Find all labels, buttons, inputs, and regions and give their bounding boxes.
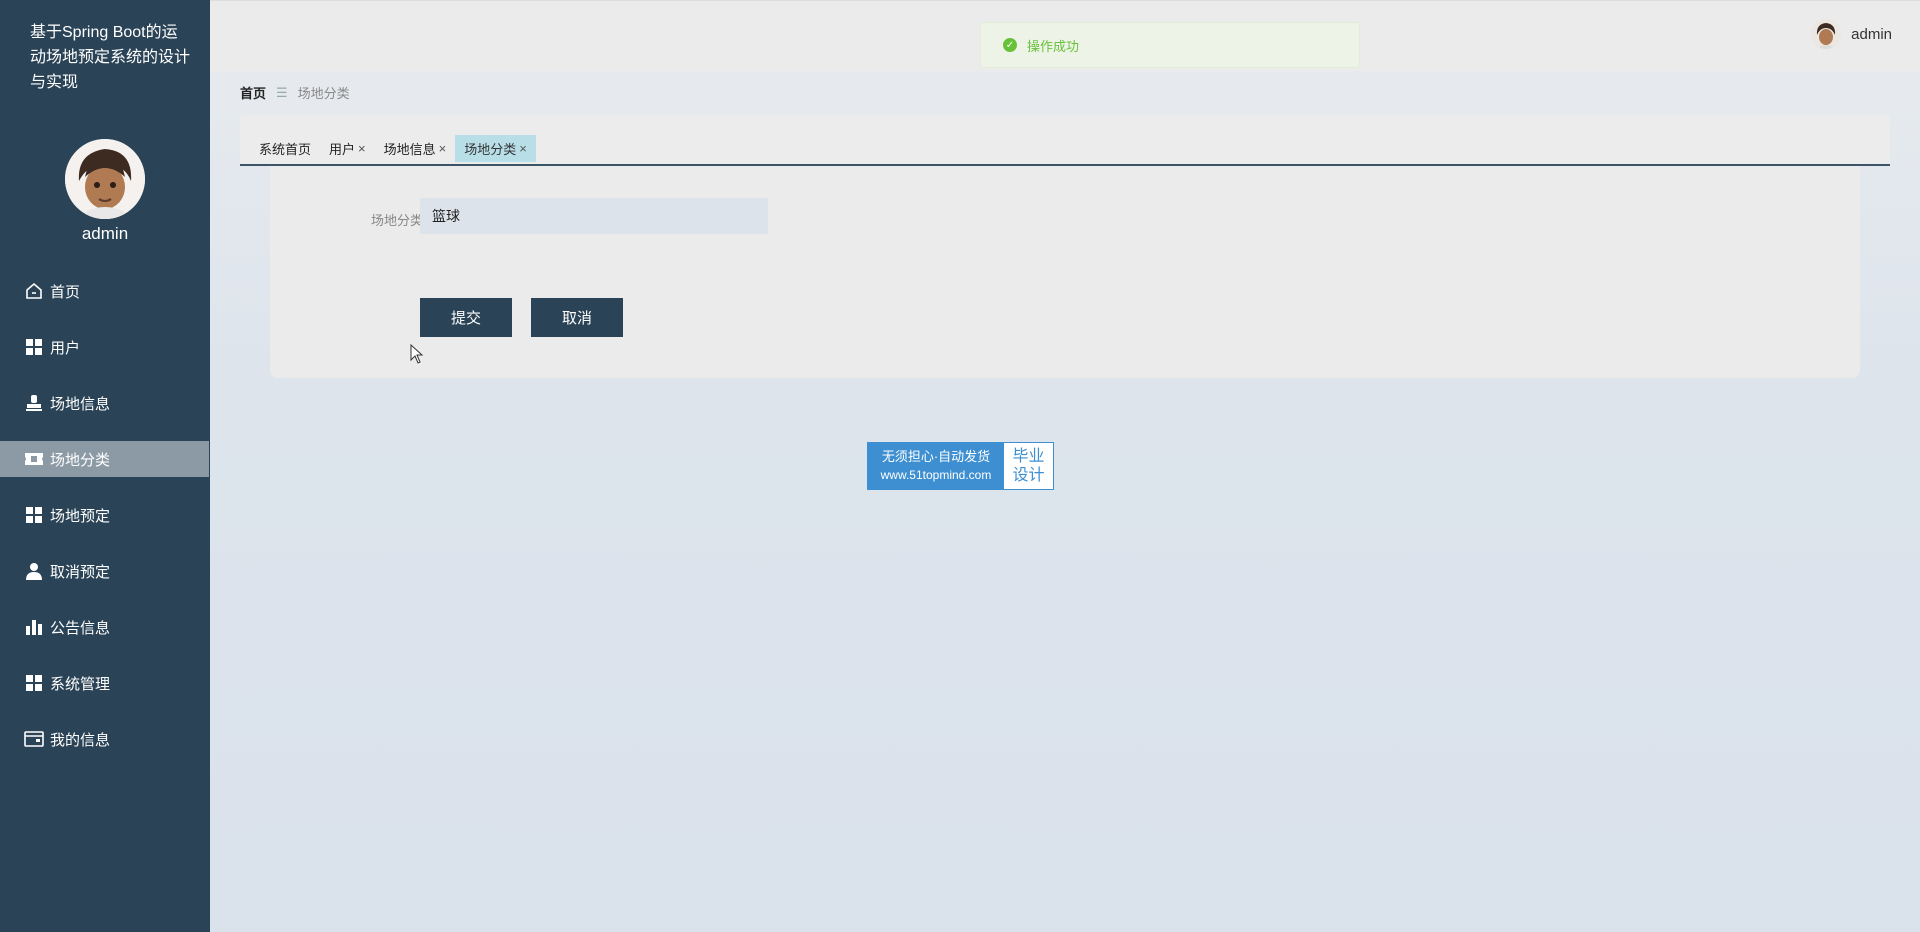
toast-message: 操作成功	[1027, 38, 1080, 54]
stamp-icon	[24, 393, 44, 413]
home-icon	[24, 281, 44, 301]
sidebar-item-label: 用户	[50, 339, 81, 357]
tabs-bar: 系统首页 用户 × 场地信息 × 场地分类 ×	[240, 115, 1890, 166]
top-bar: ✓ 操作成功 admin	[210, 0, 1920, 71]
tab-users[interactable]: 用户 ×	[320, 135, 375, 162]
check-circle-icon: ✓	[1003, 38, 1017, 52]
category-form: 场地分类 提交 取消	[270, 166, 1860, 378]
top-username: admin	[1851, 25, 1892, 43]
sidebar-item-home[interactable]: 首页	[0, 273, 210, 309]
cancel-button[interactable]: 取消	[531, 298, 623, 337]
category-field-label: 场地分类	[370, 213, 423, 228]
sidebar-item-users[interactable]: 用户	[0, 329, 210, 365]
sidebar-item-label: 场地信息	[50, 395, 111, 413]
grid-icon	[24, 673, 44, 693]
sidebar-item-venue-booking[interactable]: 场地预定	[0, 497, 210, 533]
sidebar-username: admin	[81, 224, 129, 243]
tab-label: 系统首页	[259, 142, 312, 157]
tab-list: 系统首页 用户 × 场地信息 × 场地分类 ×	[250, 135, 536, 162]
card-icon	[24, 729, 44, 749]
sidebar-menu: 首页 用户 场地信息 场地分类 场地预定 取消预定 公告信息 系统管理 我的信息	[0, 273, 210, 777]
sidebar-item-label: 公告信息	[50, 619, 111, 637]
sidebar: 基于Spring Boot的运动场地预定系统的设计与实现 admin 首页 用户	[0, 0, 210, 932]
close-icon[interactable]: ×	[358, 141, 366, 156]
watermark-line1: 无须担心·自动发货	[881, 449, 991, 464]
submit-button[interactable]: 提交	[420, 298, 512, 337]
category-input[interactable]	[420, 198, 768, 234]
sidebar-item-my-info[interactable]: 我的信息	[0, 721, 210, 757]
sidebar-item-label: 场地预定	[50, 507, 111, 525]
watermark-line2: www.51topmind.com	[880, 468, 992, 482]
close-icon[interactable]: ×	[439, 141, 447, 156]
breadcrumb: 首页 ☰ 场地分类	[240, 83, 350, 102]
success-toast: ✓ 操作成功	[980, 22, 1360, 68]
sidebar-item-announcements[interactable]: 公告信息	[0, 609, 210, 645]
breadcrumb-home[interactable]: 首页	[240, 83, 266, 102]
sidebar-item-system-management[interactable]: 系统管理	[0, 665, 210, 701]
watermark-right: 毕业 设计	[1004, 443, 1053, 489]
watermark-right2: 设计	[1012, 467, 1045, 484]
close-icon[interactable]: ×	[519, 141, 527, 156]
bar-chart-icon	[24, 617, 44, 637]
sidebar-item-label: 取消预定	[50, 563, 111, 581]
system-title: 基于Spring Boot的运动场地预定系统的设计与实现	[30, 24, 191, 91]
sidebar-item-cancel-booking[interactable]: 取消预定	[0, 553, 210, 589]
ticket-icon	[24, 449, 44, 469]
grid-icon	[24, 505, 44, 525]
tab-venue-category[interactable]: 场地分类 ×	[455, 135, 536, 162]
sidebar-item-label: 场地分类	[50, 451, 111, 469]
watermark-right1: 毕业	[1012, 448, 1045, 465]
tab-label: 用户	[329, 142, 356, 157]
sidebar-item-label: 首页	[50, 283, 81, 301]
sidebar-item-venue-info[interactable]: 场地信息	[0, 385, 210, 421]
mouse-cursor-icon	[410, 343, 424, 369]
user-menu[interactable]: admin	[1811, 19, 1892, 49]
tab-venue-info[interactable]: 场地信息 ×	[375, 135, 456, 162]
sidebar-item-label: 我的信息	[50, 731, 111, 749]
tab-label: 场地信息	[383, 142, 436, 157]
menu-lines-icon: ☰	[276, 84, 288, 100]
sidebar-item-label: 系统管理	[50, 675, 111, 693]
sidebar-item-venue-category[interactable]: 场地分类	[0, 441, 209, 477]
watermark-badge: 无须担心·自动发货 www.51topmind.com 毕业 设计	[867, 442, 1054, 490]
tab-system-home[interactable]: 系统首页	[250, 135, 320, 162]
user-icon	[24, 561, 44, 581]
breadcrumb-current: 场地分类	[297, 86, 350, 101]
avatar	[1811, 19, 1842, 49]
avatar[interactable]	[65, 139, 145, 219]
tab-label: 场地分类	[464, 142, 517, 157]
watermark-left: 无须担心·自动发货 www.51topmind.com	[868, 443, 1004, 489]
grid-icon	[24, 337, 44, 357]
